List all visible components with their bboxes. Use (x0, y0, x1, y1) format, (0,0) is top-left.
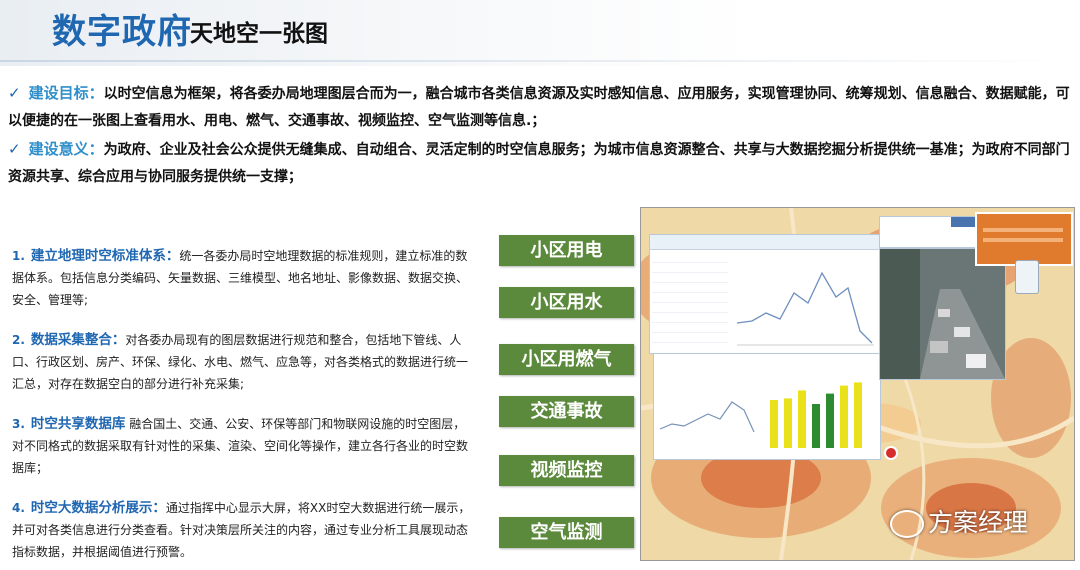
tag-air-monitoring[interactable]: 空气监测 (499, 517, 634, 548)
wechat-icon (890, 510, 924, 538)
bar (840, 385, 848, 448)
goal-bullet: ✓ 建设目标：以时空信息为框架，将各委办局地理图层合而为一，融合城市各类信息资源及… (8, 80, 1070, 135)
map-marker-icon[interactable] (884, 446, 898, 460)
line-chart-panel (649, 234, 881, 354)
orange-popup (975, 212, 1073, 266)
item-number: 3. (12, 417, 25, 431)
small-line-chart (659, 401, 755, 433)
item-number: 1. (12, 249, 25, 263)
item-number: 2. (12, 333, 25, 347)
title-divider (0, 60, 1080, 62)
bar (784, 398, 792, 448)
item-number: 4. (12, 501, 25, 515)
chart-panel (653, 353, 881, 460)
map-nav-control[interactable] (1015, 260, 1039, 294)
tag-water[interactable]: 小区用水 (499, 287, 634, 318)
bar (798, 390, 806, 448)
tag-video-monitoring[interactable]: 视频监控 (499, 455, 634, 486)
line-chart (736, 271, 874, 346)
goal-label: 建设目标： (28, 84, 104, 102)
bar (770, 400, 778, 448)
item-heading: 建立地理时空标准体系： (30, 248, 180, 264)
data-table (652, 253, 728, 349)
item-heading: 时空共享数据库 (30, 416, 126, 432)
panel-header (650, 235, 880, 250)
tag-gas[interactable]: 小区用燃气 (499, 344, 634, 375)
page-title: 数字政府 (52, 12, 192, 52)
list-item: 4. 时空大数据分析展示：通过指挥中心显示大屏，将XX时空大数据进行统一展示，并可… (12, 497, 474, 563)
table-header (951, 217, 975, 227)
traffic-camera-image (880, 249, 1005, 379)
tag-traffic-accident[interactable]: 交通事故 (499, 396, 634, 427)
list-item: 3. 时空共享数据库 融合国土、交通、公安、环保等部门和物联网设施的时空图层，对不… (12, 413, 474, 479)
tag-electricity[interactable]: 小区用电 (499, 235, 634, 266)
bar (826, 393, 834, 448)
bar (854, 382, 862, 448)
checkmark-icon: ✓ (8, 140, 21, 158)
watermark: 方案经理 (928, 508, 1029, 537)
bar (812, 404, 820, 448)
item-heading: 时空大数据分析展示： (30, 500, 166, 516)
significance-bullet: ✓ 建设意义：为政府、企业及社会公众提供无缝集成、自动组合、灵活定制的时空信息服务… (8, 136, 1070, 191)
checkmark-icon: ✓ (8, 84, 21, 102)
info-table (879, 216, 976, 248)
video-feed (879, 248, 1006, 380)
list-item: 1. 建立地理时空标准体系：统一各委办局时空地理数据的标准规则，建立标准的数据体系… (12, 245, 474, 311)
list-item: 2. 数据采集整合：对各委办局现有的图层数据进行规范和整合，包括地下管线、人口、行… (12, 329, 474, 395)
significance-text: 为政府、企业及社会公众提供无缝集成、自动组合、灵活定制的时空信息服务；为城市信息… (8, 142, 1070, 185)
goal-text: 以时空信息为框架，将各委办局地理图层合而为一，融合城市各类信息资源及实时感知信息… (8, 86, 1070, 129)
significance-label: 建设意义： (28, 140, 104, 158)
item-heading: 数据采集整合： (30, 332, 126, 348)
page-subtitle: 天地空一张图 (190, 21, 328, 47)
bar-chart (770, 382, 862, 448)
